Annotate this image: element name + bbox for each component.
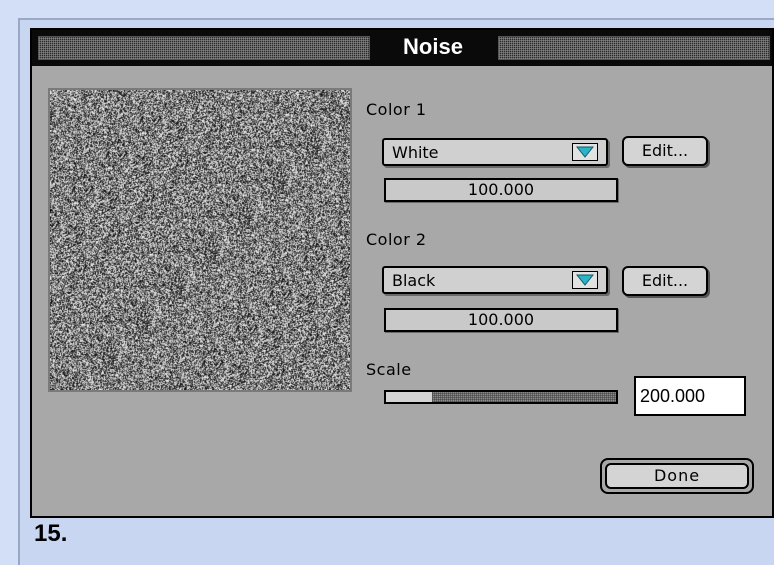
color1-label: Color 1	[366, 100, 427, 119]
color1-select[interactable]: White	[382, 138, 608, 166]
title-bar[interactable]: Noise	[32, 30, 772, 66]
done-button[interactable]: Done	[600, 458, 754, 494]
noise-preview	[48, 88, 352, 392]
title-stripes-right	[498, 36, 770, 60]
color2-edit-button[interactable]: Edit...	[622, 266, 708, 296]
dropdown-arrow-icon	[572, 271, 598, 289]
dropdown-arrow-icon	[572, 143, 598, 161]
color1-edit-button[interactable]: Edit...	[622, 136, 708, 166]
color1-value[interactable]: 100.000	[384, 178, 618, 202]
noise-dialog: Noise Color 1 White Edit... 100.000 Colo…	[30, 28, 774, 518]
scale-slider[interactable]	[384, 390, 618, 404]
color1-selected: White	[392, 143, 439, 162]
color2-label: Color 2	[366, 230, 427, 249]
scale-input[interactable]: 200.000	[634, 376, 746, 416]
color2-value[interactable]: 100.000	[384, 308, 618, 332]
dialog-title: Noise	[403, 34, 463, 59]
title-stripes-left	[38, 36, 370, 60]
scale-slider-fill	[386, 392, 433, 402]
done-button-label: Done	[605, 463, 749, 489]
figure-caption: 15.	[34, 520, 68, 547]
scale-label: Scale	[366, 360, 412, 379]
color2-selected: Black	[392, 271, 436, 290]
color2-select[interactable]: Black	[382, 266, 608, 294]
